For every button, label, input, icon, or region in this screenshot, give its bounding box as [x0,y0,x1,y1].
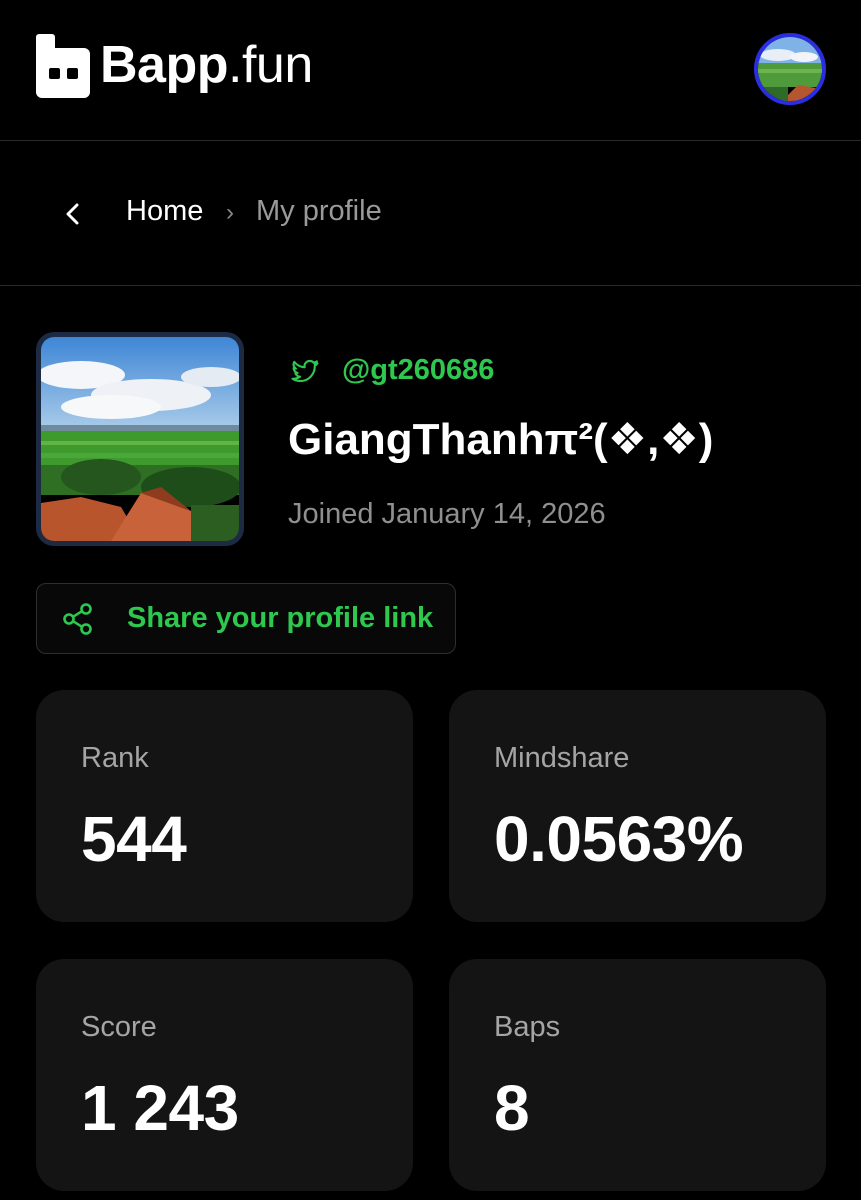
bapp-logo-icon [36,34,90,98]
stat-label: Score [81,1011,157,1043]
share-profile-label: Share your profile link [127,602,434,634]
breadcrumb-current-page: My profile [256,195,382,227]
stat-card-baps: Baps 8 [449,959,826,1191]
breadcrumb-separator: › [226,199,234,226]
stat-value: 8 [494,1072,530,1144]
brand-logo[interactable]: Bapp.fun [36,32,313,98]
joined-date: Joined January 14, 2026 [288,498,606,530]
profile-avatar [36,332,244,546]
chevron-left-icon[interactable] [58,196,88,232]
user-avatar[interactable] [754,33,826,105]
profile-photo-image [41,337,239,541]
display-name: GiangThanhπ²(❖,❖) [288,415,714,464]
stat-card-rank: Rank 544 [36,690,413,922]
twitter-handle: @gt260686 [342,354,495,386]
twitter-bird-icon [291,359,319,382]
breadcrumb-home-link[interactable]: Home [126,195,203,228]
stat-value: 544 [81,803,187,875]
brand-name: Bapp.fun [100,36,313,94]
stat-value: 0.0563% [494,803,744,875]
stat-label: Rank [81,742,149,774]
top-bar: Bapp.fun [0,0,861,141]
stat-card-mindshare: Mindshare 0.0563% [449,690,826,922]
avatar-image [758,37,822,101]
stat-value: 1 243 [81,1072,239,1144]
stat-label: Baps [494,1011,561,1043]
share-profile-button[interactable]: Share your profile link [36,583,456,654]
stat-card-score: Score 1 243 [36,959,413,1191]
twitter-handle-row[interactable]: @gt260686 [288,354,494,387]
stat-label: Mindshare [494,742,630,774]
share-icon [63,602,92,635]
